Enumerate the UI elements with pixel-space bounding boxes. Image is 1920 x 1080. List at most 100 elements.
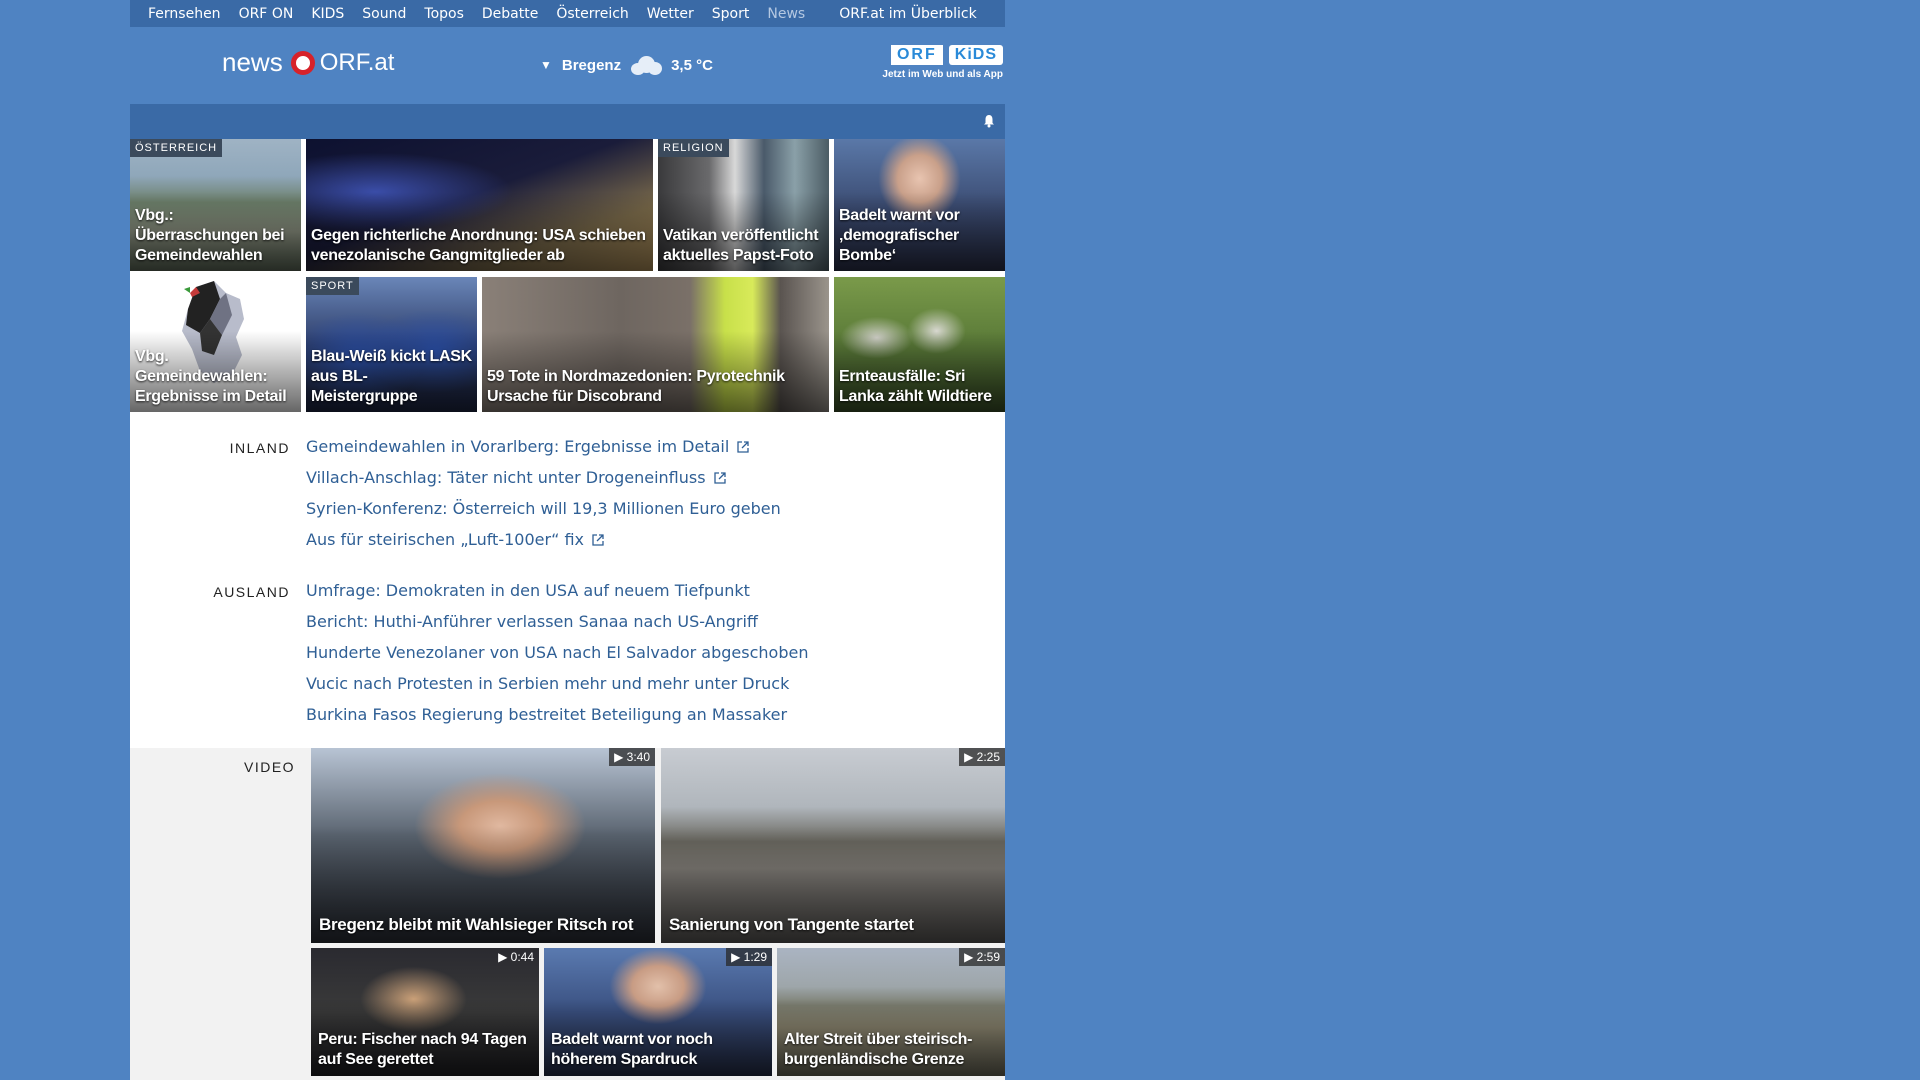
top-stories-grid: ÖSTERREICH Vbg.: Überraschungen bei Geme…	[130, 139, 1005, 412]
duration-text: 2:59	[976, 950, 1000, 964]
nav-overview[interactable]: ORF.at im Überblick	[839, 6, 976, 22]
list-item: Umfrage: Demokraten in den USA auf neuem…	[306, 580, 808, 611]
site-header: news ORF.at ▼ Bregenz 3,5 °C ORF KiDS Je…	[130, 27, 1005, 104]
orf-kids-logo: ORF KiDS	[863, 45, 1003, 65]
play-icon: ▶	[731, 950, 744, 964]
play-icon: ▶	[614, 750, 627, 764]
video-headline: Alter Streit über steirisch-burgenländis…	[784, 1031, 973, 1068]
nav-fernsehen[interactable]: Fernsehen	[148, 6, 221, 22]
play-icon: ▶	[498, 950, 511, 964]
kids-badge: KiDS	[948, 45, 1003, 65]
external-link-icon	[592, 534, 604, 546]
story-tile[interactable]: SPORT Blau-Weiß kickt LASK aus BL-Meiste…	[306, 277, 477, 412]
list-item: Hunderte Venezolaner von USA nach El Sal…	[306, 642, 808, 673]
video-tile[interactable]: ▶ 1:29 Badelt warnt vor noch höherem Spa…	[544, 948, 772, 1076]
orf-kids-promo[interactable]: ORF KiDS Jetzt im Web und als App	[863, 45, 1003, 80]
list-item: Burkina Fasos Regierung bestreitet Betei…	[306, 704, 808, 735]
video-duration: ▶ 0:44	[493, 948, 539, 966]
story-tile[interactable]: 59 Tote in Nordmazedonien: Pyrotechnik U…	[482, 277, 829, 412]
story-category-tag: ÖSTERREICH	[130, 139, 223, 157]
bell-icon[interactable]	[983, 114, 995, 128]
story-headline: Gegen richterliche Anordnung: USA schieb…	[311, 227, 646, 264]
story-tile[interactable]: Ernteausfälle: Sri Lanka zählt Wildtiere	[834, 277, 1005, 412]
weather-city: Bregenz	[561, 56, 622, 74]
video-headline: Sanierung von Tangente startet	[669, 915, 914, 934]
dropdown-triangle-icon: ▼	[540, 58, 552, 72]
inland-list: Gemeindewahlen in Vorarlberg: Ergebnisse…	[306, 436, 781, 560]
weather-widget[interactable]: ▼ Bregenz 3,5 °C	[540, 54, 713, 76]
list-item: Bericht: Huthi-Anführer verlassen Sanaa …	[306, 611, 808, 642]
play-icon: ▶	[964, 750, 977, 764]
duration-text: 0:44	[510, 950, 534, 964]
page: Fernsehen ORF ON KIDS Sound Topos Debatt…	[130, 0, 1005, 1080]
list-item: Syrien-Konferenz: Österreich will 19,3 M…	[306, 498, 781, 529]
list-item: Vucic nach Protesten in Serbien mehr und…	[306, 673, 808, 704]
nav-oesterreich[interactable]: Österreich	[556, 6, 628, 22]
nav-wetter[interactable]: Wetter	[647, 6, 694, 22]
headline-link[interactable]: Burkina Fasos Regierung bestreitet Betei…	[306, 705, 787, 724]
story-headline: Badelt warnt vor ‚demografischer Bombe‘	[839, 207, 960, 264]
headline-link[interactable]: Villach-Anschlag: Täter nicht unter Drog…	[306, 468, 706, 487]
headline-link[interactable]: Hunderte Venezolaner von USA nach El Sal…	[306, 643, 808, 662]
nav-sport[interactable]: Sport	[712, 6, 750, 22]
notification-bar	[130, 104, 1005, 139]
video-duration: ▶ 2:59	[959, 948, 1005, 966]
list-item: Aus für steirischen „Luft-100er“ fix	[306, 529, 781, 560]
ausland-list: Umfrage: Demokraten in den USA auf neuem…	[306, 580, 808, 735]
story-tile[interactable]: Vbg. Gemeindewahlen: Ergebnisse im Detai…	[130, 277, 301, 412]
video-duration: ▶ 3:40	[609, 748, 655, 766]
video-headline: Bregenz bleibt mit Wahlsieger Ritsch rot	[319, 915, 634, 934]
nav-topos[interactable]: Topos	[424, 6, 463, 22]
external-link-icon	[713, 472, 726, 484]
weather-temperature: 3,5 °C	[671, 56, 713, 74]
logo-orfat-text: ORF.at	[319, 48, 395, 76]
story-category-tag: RELIGION	[658, 139, 729, 157]
nav-debatte[interactable]: Debatte	[482, 6, 538, 22]
video-tile[interactable]: ▶ 0:44 Peru: Fischer nach 94 Tagen auf S…	[311, 948, 539, 1076]
story-headline: Vbg. Gemeindewahlen: Ergebnisse im Detai…	[135, 348, 287, 405]
nav-orf-on[interactable]: ORF ON	[239, 6, 294, 22]
story-tile[interactable]: Badelt warnt vor ‚demografischer Bombe‘	[834, 139, 1005, 271]
orf-badge: ORF	[890, 45, 943, 65]
duration-text: 1:29	[743, 950, 767, 964]
story-headline: Vatikan veröffentlicht aktuelles Papst-F…	[663, 227, 819, 264]
video-tile[interactable]: ▶ 3:40 Bregenz bleibt mit Wahlsieger Rit…	[311, 748, 655, 943]
list-item: Gemeindewahlen in Vorarlberg: Ergebnisse…	[306, 436, 781, 467]
video-headline: Badelt warnt vor noch höherem Spardruck	[551, 1031, 713, 1068]
story-headline: 59 Tote in Nordmazedonien: Pyrotechnik U…	[487, 368, 785, 405]
headline-link[interactable]: Syrien-Konferenz: Österreich will 19,3 M…	[306, 499, 781, 518]
video-duration: ▶ 2:25	[959, 748, 1005, 766]
story-headline: Blau-Weiß kickt LASK aus BL-Meistergrupp…	[311, 348, 472, 405]
story-headline: Vbg.: Überraschungen bei Gemeindewahlen	[135, 207, 285, 264]
play-icon: ▶	[964, 950, 977, 964]
story-tile[interactable]: RELIGION Vatikan veröffentlicht aktuelle…	[658, 139, 829, 271]
story-tile[interactable]: ÖSTERREICH Vbg.: Überraschungen bei Geme…	[130, 139, 301, 271]
headline-link[interactable]: Gemeindewahlen in Vorarlberg: Ergebnisse…	[306, 437, 729, 456]
video-duration: ▶ 1:29	[726, 948, 772, 966]
story-headline: Ernteausfälle: Sri Lanka zählt Wildtiere	[839, 368, 992, 405]
story-category-tag: SPORT	[306, 277, 359, 295]
list-item: Villach-Anschlag: Täter nicht unter Drog…	[306, 467, 781, 498]
duration-text: 2:25	[976, 750, 1000, 764]
news-lists: INLAND Gemeindewahlen in Vorarlberg: Erg…	[130, 412, 1005, 748]
section-label-inland: INLAND	[229, 440, 290, 456]
external-link-icon	[737, 441, 749, 453]
video-tile[interactable]: ▶ 2:25 Sanierung von Tangente startet	[661, 748, 1005, 943]
headline-link[interactable]: Bericht: Huthi-Anführer verlassen Sanaa …	[306, 612, 758, 631]
nav-sound[interactable]: Sound	[362, 6, 406, 22]
news-orf-logo[interactable]: news ORF.at	[222, 47, 394, 78]
headline-link[interactable]: Umfrage: Demokraten in den USA auf neuem…	[306, 581, 750, 600]
orf-ring-icon	[290, 50, 315, 75]
duration-text: 3:40	[626, 750, 650, 764]
top-navigation: Fernsehen ORF ON KIDS Sound Topos Debatt…	[130, 0, 1005, 27]
nav-news[interactable]: News	[767, 6, 805, 22]
logo-news-text: news	[222, 47, 283, 77]
story-tile[interactable]: Gegen richterliche Anordnung: USA schieb…	[306, 139, 653, 271]
video-tile[interactable]: ▶ 2:59 Alter Streit über steirisch-burge…	[777, 948, 1005, 1076]
headline-link[interactable]: Vucic nach Protesten in Serbien mehr und…	[306, 674, 789, 693]
nav-kids[interactable]: KIDS	[311, 6, 344, 22]
section-label-video: VIDEO	[244, 759, 296, 775]
section-video: VIDEO ▶ 3:40 Bregenz bleibt mit Wahlsieg…	[130, 748, 1005, 1080]
headline-link[interactable]: Aus für steirischen „Luft-100er“ fix	[306, 530, 584, 549]
cloud-icon	[629, 54, 663, 76]
